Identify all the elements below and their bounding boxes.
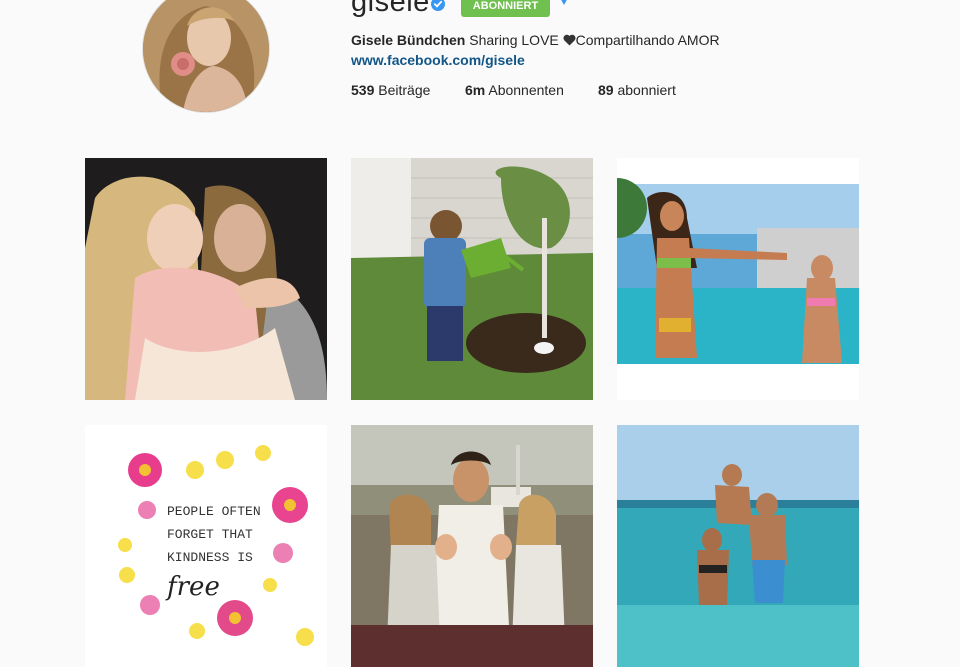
post-thumbnail-6[interactable] — [617, 425, 859, 667]
followers-count: 6m — [465, 82, 486, 98]
stat-following[interactable]: 89 abonniert — [598, 82, 676, 98]
post-thumbnail-4[interactable]: PEOPLE OFTEN FORGET THAT KINDNESS IS fre… — [85, 425, 327, 667]
post-thumbnail-2[interactable] — [351, 158, 593, 400]
quote-line-3: KINDNESS IS — [167, 550, 253, 565]
photo-family-vintage — [351, 425, 593, 667]
photo-child-watering-tree — [351, 158, 593, 400]
following-button[interactable]: ABONNIERT — [461, 0, 550, 17]
heart-icon — [563, 34, 576, 46]
followers-label: Abonnenten — [485, 82, 564, 98]
bio-text-2: Compartilhando AMOR — [575, 32, 720, 48]
posts-count: 539 — [351, 82, 375, 98]
profile-website-link[interactable]: www.facebook.com/gisele — [351, 52, 525, 68]
caret-down-icon[interactable] — [558, 0, 570, 8]
avatar-photo — [143, 0, 269, 112]
stat-posts[interactable]: 539 Beiträge — [351, 82, 430, 98]
photo-beach-family — [617, 425, 859, 667]
profile-avatar[interactable] — [142, 0, 270, 113]
bio-text: Sharing LOVE — [465, 32, 563, 48]
quote-line-2: FORGET THAT — [167, 527, 253, 542]
post-thumbnail-3[interactable] — [617, 158, 859, 400]
profile-full-name: Gisele Bündchen — [351, 32, 466, 48]
quote-line-1: PEOPLE OFTEN — [167, 504, 261, 519]
post-thumbnail-1[interactable] — [85, 158, 327, 400]
posts-label: Beiträge — [374, 82, 431, 98]
following-label: abonniert — [613, 82, 676, 98]
photo-flowers-quote: PEOPLE OFTEN FORGET THAT KINDNESS IS fre… — [85, 425, 327, 667]
post-thumbnail-5[interactable] — [351, 425, 593, 667]
following-count: 89 — [598, 82, 614, 98]
profile-bio: Gisele Bündchen Sharing LOVE Compartilha… — [351, 32, 720, 48]
profile-username: gisele — [351, 0, 430, 18]
quote-line-4: free — [165, 572, 220, 602]
verified-badge-icon — [431, 0, 445, 11]
photo-mother-daughter — [85, 158, 327, 400]
stat-followers[interactable]: 6m Abonnenten — [465, 82, 564, 98]
photo-pool-bikini — [617, 158, 859, 400]
